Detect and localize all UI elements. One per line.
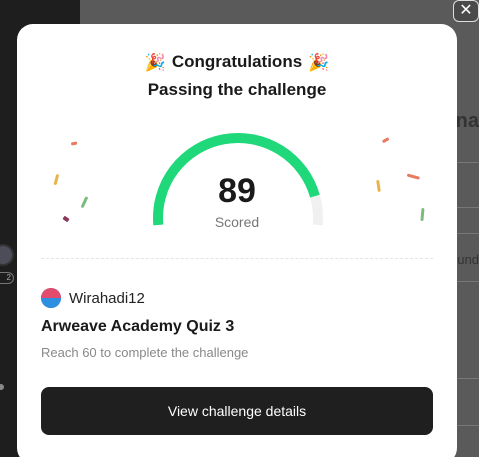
modal-title: 🎉 Congratulations 🎉 (17, 52, 457, 72)
party-popper-icon: 🎉 (308, 52, 330, 72)
background-divider (457, 378, 479, 379)
section-divider (41, 258, 433, 259)
background-divider (457, 207, 479, 208)
close-icon: ✕ (459, 2, 473, 19)
background-text: und (457, 252, 479, 267)
background-dot (0, 384, 4, 390)
background-avatar (0, 244, 14, 266)
background-heading: na (455, 110, 479, 132)
view-challenge-details-button[interactable]: View challenge details (41, 387, 433, 435)
avatar (41, 288, 61, 308)
party-popper-icon: 🎉 (144, 52, 166, 72)
background-divider (457, 281, 479, 282)
username: Wirahadi12 (69, 289, 145, 307)
quiz-title: Arweave Academy Quiz 3 (41, 318, 235, 335)
quiz-description: Reach 60 to complete the challenge (41, 345, 249, 360)
background-divider (457, 425, 479, 426)
score-label: Scored (214, 214, 260, 230)
background-divider (457, 162, 479, 163)
title-text: Congratulations (171, 52, 303, 71)
background-divider (457, 233, 479, 234)
background-badge: 2 (0, 272, 14, 284)
close-button[interactable]: ✕ (453, 0, 479, 22)
user-info: Wirahadi12 (41, 288, 145, 308)
congratulations-modal: 🎉 Congratulations 🎉 Passing the challeng… (17, 24, 457, 457)
modal-subtitle: Passing the challenge (147, 80, 327, 99)
score-value: 89 (218, 172, 256, 210)
